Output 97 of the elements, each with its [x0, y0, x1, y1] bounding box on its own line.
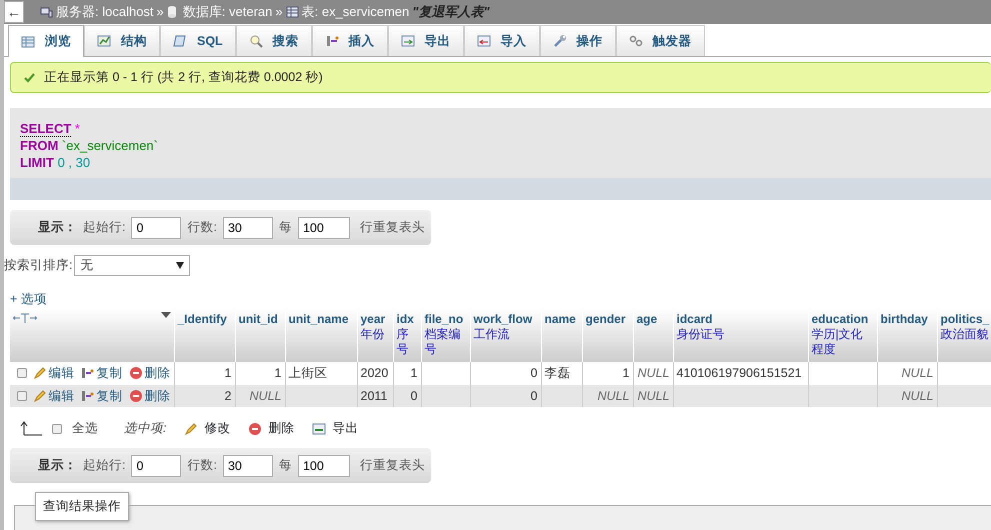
column-comment: 档案编号	[424, 326, 462, 357]
select-all-label[interactable]: 全选	[72, 419, 98, 438]
row-checkbox[interactable]	[17, 368, 26, 378]
null-cell: NULL	[582, 384, 633, 408]
check-icon	[23, 71, 36, 84]
start-row-field[interactable]: 0	[131, 216, 182, 238]
column-comment: 身份证号	[676, 326, 726, 342]
sort-triangle-icon	[160, 312, 170, 318]
breadcrumb-separator: »	[275, 3, 283, 22]
pencil-icon	[32, 366, 46, 380]
document-icon	[173, 34, 187, 48]
dropdown-arrow-icon	[176, 262, 184, 269]
table-icon	[286, 5, 299, 19]
tab[interactable]: 触发器	[616, 25, 705, 56]
structure-icon	[97, 34, 111, 48]
display-label: 显示：	[38, 457, 77, 474]
delete-icon	[248, 422, 262, 436]
delete-icon	[128, 366, 142, 380]
breadcrumb-link[interactable]: 服务器: localhost	[56, 2, 154, 22]
null-cell: NULL	[235, 384, 285, 408]
select-all-checkbox[interactable]	[52, 424, 62, 434]
row-action-link[interactable]: 复制	[80, 364, 122, 382]
sort-label: 按索引排序:	[4, 257, 72, 274]
row-action-link[interactable]: 编辑	[32, 364, 74, 382]
start-row-field[interactable]: 0	[131, 454, 182, 476]
message-text: 正在显示第 0 - 1 行 (共 2 行, 查询花费 0.0002 秒)	[44, 69, 323, 86]
bulk-action-button[interactable]: 删除	[248, 419, 294, 438]
gears-icon	[628, 34, 643, 48]
display-label: 显示：	[38, 219, 77, 236]
column-comment: 序号	[396, 326, 410, 357]
tab[interactable]: 搜索	[236, 25, 312, 56]
pencil-icon	[184, 422, 198, 436]
copy-icon	[80, 388, 94, 403]
column-comment: 工作流	[474, 326, 510, 342]
tab[interactable]: 插入	[312, 25, 388, 56]
column-resize-icon	[13, 312, 37, 324]
tab[interactable]: 结构	[84, 25, 160, 56]
tab[interactable]: 操作	[540, 25, 616, 56]
sort-select[interactable]: 无	[74, 255, 190, 276]
server-icon	[40, 5, 53, 19]
table-cell: 0	[393, 384, 421, 408]
row-action-link[interactable]: 删除	[128, 386, 170, 406]
table-comment: "复退军人表"	[412, 3, 490, 22]
back-button[interactable]: ←	[4, 1, 24, 23]
bulk-action-button[interactable]: 修改	[184, 419, 230, 438]
sql-number: 0 , 30	[58, 155, 90, 170]
column-comment: 政治面貌	[940, 326, 990, 342]
sql-keyword: FROM	[20, 138, 58, 153]
start-row-label: 起始行:	[83, 457, 126, 474]
table-icon	[21, 34, 35, 48]
repeat-header-label: 行重复表头	[360, 457, 425, 474]
null-cell: NULL	[877, 384, 937, 408]
repeat-header-label: 行重复表头	[360, 219, 425, 236]
breadcrumb-separator: »	[156, 3, 164, 22]
breadcrumb-link[interactable]: 表: ex_servicemen	[302, 2, 410, 22]
import-icon	[476, 34, 491, 48]
row-count-label: 行数:	[187, 457, 217, 474]
row-action-link[interactable]: 复制	[80, 386, 122, 406]
with-selected-label: 选中项:	[124, 420, 166, 438]
arrow-up-icon	[20, 421, 42, 436]
wrench-icon	[552, 34, 567, 48]
table-cell: 2011	[357, 384, 393, 408]
pencil-icon	[32, 388, 46, 403]
insert-icon	[324, 34, 339, 48]
sql-keyword: LIMIT	[20, 155, 54, 170]
row-count-label: 行数:	[187, 219, 217, 236]
export-icon	[312, 422, 326, 436]
row-count-field[interactable]: 30	[222, 216, 273, 238]
delete-icon	[128, 388, 142, 403]
tab[interactable]: 浏览	[8, 25, 84, 57]
column-comment: 年份	[360, 326, 386, 342]
bulk-action-button[interactable]: 导出	[312, 419, 358, 438]
repeat-header-field[interactable]: 100	[298, 216, 350, 238]
row-action-link[interactable]: 删除	[128, 364, 170, 382]
fieldset-legend: 查询结果操作	[35, 492, 129, 521]
column-comment: 学历|文化程度	[812, 326, 864, 357]
table-cell: 0	[470, 384, 541, 408]
row-action-link[interactable]: 编辑	[32, 386, 74, 406]
tab[interactable]: SQL	[160, 25, 236, 56]
start-row-label: 起始行:	[83, 219, 126, 236]
row-count-field[interactable]: 30	[222, 454, 273, 476]
sql-operator: *	[74, 121, 80, 136]
table-cell: 2	[174, 384, 235, 408]
tab[interactable]: 导出	[388, 25, 464, 56]
tab[interactable]: 导入	[464, 25, 540, 56]
options-link[interactable]: + 选项	[10, 290, 47, 309]
per-label: 每	[278, 457, 292, 474]
breadcrumb-link[interactable]: 数据库: veteran	[182, 2, 272, 22]
per-label: 每	[278, 219, 292, 236]
row-checkbox[interactable]	[17, 390, 26, 401]
repeat-header-field[interactable]: 100	[298, 454, 350, 476]
sql-keyword[interactable]: SELECT	[20, 121, 72, 137]
copy-icon	[80, 366, 94, 380]
magnifier-icon	[248, 34, 263, 48]
sql-identifier: `ex_servicemen`	[62, 138, 158, 153]
export-icon	[400, 34, 415, 48]
null-cell: NULL	[633, 384, 673, 408]
